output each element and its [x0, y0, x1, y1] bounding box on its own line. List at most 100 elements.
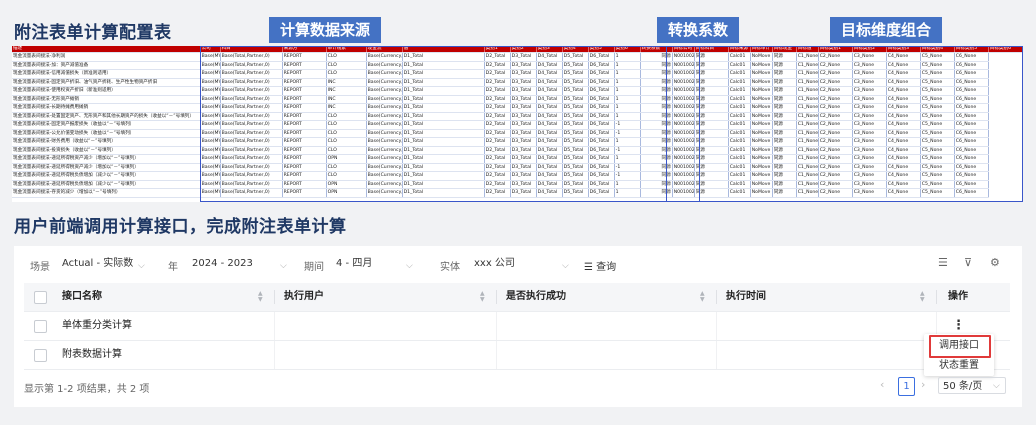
sheet-cell: C3_None: [852, 112, 887, 121]
sheet-cell: C4_None: [886, 52, 921, 62]
sheet-cell: C4_None: [886, 103, 921, 113]
sheet-cell: 同源: [640, 112, 673, 121]
sheet-cell: Base(MV0C,1610010000;1610010001: [200, 86, 221, 96]
sheet-cell: C3_None: [852, 188, 887, 198]
sheet-cell: D5_Total: [562, 137, 589, 147]
call-interface-menu-item[interactable]: 调用接口: [924, 336, 994, 356]
sheet-cell: NoMove: [750, 188, 773, 198]
sheet-cell: 同源: [694, 95, 729, 104]
year-select[interactable]: 2024 - 2023 ⌵: [188, 255, 300, 273]
sheet-cell: D2_Total: [484, 137, 511, 147]
sheet-cell: D1_Total: [402, 137, 485, 147]
col-exec-success[interactable]: 是否执行成功: [506, 283, 566, 311]
column-settings-icon[interactable]: ☰: [938, 256, 948, 269]
sheet-cell: C6_None: [954, 120, 989, 130]
sort-icon[interactable]: ▲ ▼: [258, 291, 263, 303]
sheet-cell: N00100209: [672, 120, 695, 130]
sheet-cell: C6_None: [954, 180, 989, 189]
sheet-cell: REPORT: [282, 120, 327, 130]
sheet-row: 现金流量表间接法-使用权资产折旧（新准则适用）Base(MV0C,1610010…: [12, 86, 1023, 96]
sheet-cell: N00100213: [672, 163, 695, 172]
sheet-cell: C2_None: [818, 69, 853, 79]
sheet-row: 现金流量表间接法-递延所得税资产减少（增加以“－”号填列）Base(MV0C,B…: [12, 163, 1023, 172]
sheet-cell: Calc01: [728, 163, 751, 172]
sheet-cell: NoMove: [750, 146, 773, 155]
sort-icon[interactable]: ▲ ▼: [920, 291, 925, 303]
sheet-row: 现金流量表间接法-长期待摊费用摊销Base(MV0C,1802010010;18…: [12, 103, 1023, 113]
sheet-cell: Base(MV0C,6711010101;6711010201: [200, 120, 221, 130]
sheet-cell: D1_Total: [402, 180, 485, 189]
sheet-cell: D2_Total: [484, 163, 511, 172]
sheet-cell: D3_Total: [510, 163, 537, 172]
sheet-cell: C5_None: [920, 137, 955, 147]
sheet-cell: D4_Total: [536, 95, 563, 104]
gear-icon[interactable]: ⚙: [990, 256, 1000, 269]
sheet-cell: NoMove: [750, 154, 773, 164]
entity-select[interactable]: xxx 公司 ⌵: [470, 255, 584, 273]
col-exec-time[interactable]: 执行时间: [726, 283, 766, 311]
sheet-cell: 1: [614, 69, 641, 79]
sheet-cell: D6_Total: [588, 129, 615, 138]
sheet-cell: NoMove: [750, 171, 773, 181]
sheet-cell: C2_None: [818, 103, 853, 113]
sheet-cell: 同源: [694, 180, 729, 189]
chevron-left-icon[interactable]: ‹: [880, 378, 884, 391]
sheet-cell: D6_Total: [588, 95, 615, 104]
sheet-cell: D3_Total: [510, 154, 537, 164]
sheet-cell: 现金流量表间接法-处置固定资产、无形资产和其他长期资产的损失（收益以“－”号填列…: [12, 112, 201, 121]
sheet-cell: D6_Total: [588, 180, 615, 189]
sheet-cell: Calc01: [728, 137, 751, 147]
sheet-cell: C1_None: [796, 86, 819, 96]
period-select[interactable]: 4 - 四月 ⌵: [332, 255, 426, 273]
reset-status-menu-item[interactable]: 状态重置: [924, 356, 994, 376]
sheet-cell: OPN: [326, 180, 367, 189]
sheet-cell: C6_None: [954, 171, 989, 181]
sheet-cell: CLO: [326, 163, 367, 172]
table-row[interactable]: 附表数据计算: [24, 341, 1010, 370]
sheet-header-cell: 目标类别6: [988, 46, 1023, 53]
sheet-cell: D5_Total: [562, 52, 589, 62]
filter-icon[interactable]: ⊽: [964, 256, 972, 269]
sheet-cell: D1_Total: [402, 52, 485, 62]
table-row[interactable]: 单体重分类计算 ⋮: [24, 312, 1010, 341]
sheet-cell: INC: [326, 103, 367, 113]
sheet-cell: REPORT: [282, 52, 327, 62]
target-dims-callout: 目标维度组合: [830, 17, 943, 43]
sheet-cell: 同源: [694, 154, 729, 164]
scene-select[interactable]: Actual - 实际数 ⌵: [58, 255, 158, 273]
sort-icon[interactable]: ▲ ▼: [480, 291, 485, 303]
sheet-cell: 现金流量表间接法-递延所得税负债增加（减少以“－”号填列）: [12, 171, 201, 181]
sheet-cell: D4_Total: [536, 61, 563, 70]
page-number-button[interactable]: 1: [898, 377, 915, 396]
sheet-cell: Base(MV0C,BSL0210: [200, 180, 221, 189]
sheet-cell: Base(MV0C,BSAO220: [200, 163, 221, 172]
select-all-checkbox[interactable]: [34, 291, 47, 304]
chevron-right-icon[interactable]: ›: [921, 378, 925, 391]
sort-icon[interactable]: ▲ ▼: [700, 291, 705, 303]
sheet-cell: C6_None: [954, 95, 989, 104]
row-checkbox[interactable]: [34, 349, 47, 362]
sheet-cell: C6_None: [954, 86, 989, 96]
sheet-cell: NoMove: [750, 129, 773, 138]
query-button[interactable]: ☰ 查询: [584, 258, 616, 273]
sheet-cell: D4_Total: [536, 52, 563, 62]
row-checkbox[interactable]: [34, 320, 47, 333]
sheet-cell: C3_None: [852, 171, 887, 181]
sheet-cell: CLO: [326, 112, 367, 121]
sheet-cell: Base(Total,Partner,0): [220, 163, 283, 172]
sheet-cell: Calc01: [728, 146, 751, 155]
page-size-select[interactable]: 50 条/页 ⌵: [938, 377, 1006, 394]
config-spreadsheet-table: 描述 公司 科目 来源方 审计线索 现金流值类别1 类别2 类别3 类别4 类别5 类别6 转换系数目…: [12, 46, 1023, 198]
interface-name: 单体重分类计算: [62, 320, 132, 331]
sheet-cell: 同源: [694, 112, 729, 121]
sheet-cell: Base(MV0C,PLRG11: [200, 112, 221, 121]
col-interface-name[interactable]: 接口名称: [62, 283, 102, 311]
sheet-cell: N00100213: [672, 154, 695, 164]
col-exec-user[interactable]: 执行用户: [284, 283, 324, 311]
sheet-cell: C4_None: [886, 188, 921, 198]
sheet-cell: 现金流量表间接法-公允价值变动损失（收益以“－”号填列）: [12, 129, 201, 138]
sheet-cell: 同源: [640, 163, 673, 172]
sheet-cell: C6_None: [954, 52, 989, 62]
sheet-cell: REPORT: [282, 112, 327, 121]
sheet-row: 现金流量表间接法-处置固定资产、无形资产和其他长期资产的损失（收益以“－”号填列…: [12, 112, 1023, 121]
